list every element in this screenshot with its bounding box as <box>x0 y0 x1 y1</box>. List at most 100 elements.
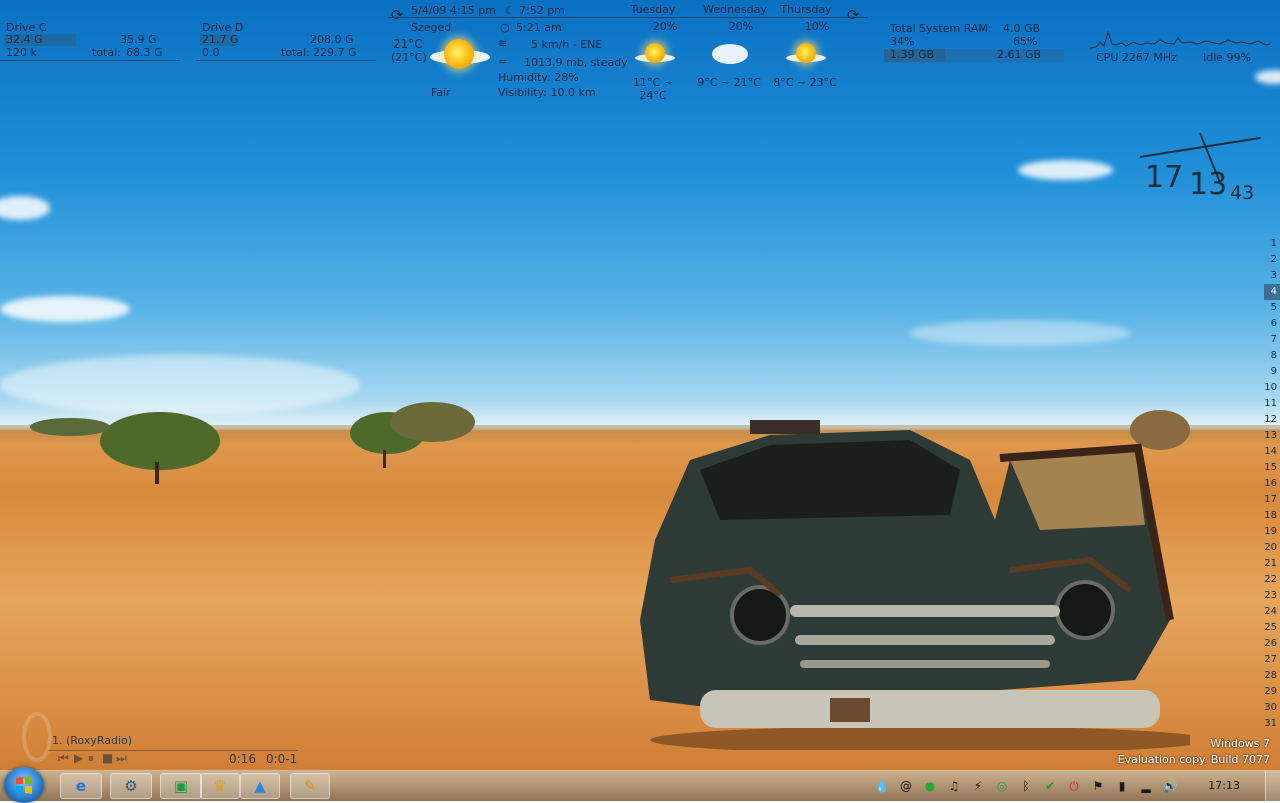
forecast-range-2: 9°C ~ 21°C <box>697 76 761 89</box>
ram-free: 2.61 GB <box>997 48 1042 61</box>
usb-icon[interactable]: ⚡ <box>970 778 986 794</box>
day-number: 30 <box>1264 702 1277 713</box>
weather-datetime: 5/4/09 4:15 pm <box>411 4 496 17</box>
ram-free-pct: 65% <box>1013 35 1038 48</box>
cpu-idle: Idle 99% <box>1203 51 1251 64</box>
drive-d-io: 0.0 <box>202 46 220 59</box>
taskbar-clock[interactable]: 17:13 <box>1208 779 1240 792</box>
drive-c-total-label: total: <box>92 46 121 59</box>
tree-trunk <box>155 462 159 484</box>
day-number: 21 <box>1264 558 1277 569</box>
taskbar-crown-app-button[interactable]: ♛ <box>200 773 240 799</box>
desktop-wallpaper: Drive C 32.4 G 35.9 G 120 k total: 68.3 … <box>0 0 1280 770</box>
weather-wind: 5 km/h - ENE <box>531 38 603 51</box>
cloud-decor <box>910 320 1130 346</box>
music-icon[interactable]: ♫ <box>946 778 962 794</box>
refresh-left-icon[interactable]: ⟳ <box>391 8 404 23</box>
network-icon[interactable]: ▂ <box>1138 778 1154 794</box>
taskbar-internet-explorer-button[interactable]: e <box>60 773 102 799</box>
ram-total: 4.0 GB <box>1003 22 1041 35</box>
player-play-icon[interactable]: ▶ <box>74 752 83 765</box>
forecast-day-2: Wednesday <box>703 3 767 16</box>
forecast-range-1: 11°C ~ 24°C <box>633 76 673 102</box>
cloud-decor <box>1255 70 1280 84</box>
day-number: 17 <box>1264 494 1277 505</box>
day-number: 13 <box>1264 430 1277 441</box>
day-number: 23 <box>1264 590 1277 601</box>
cloud-decor <box>1018 160 1113 180</box>
evaluation-watermark: Windows 7 Evaluation copy. Build 7077 <box>1118 736 1270 768</box>
moon-icon: ☾ <box>505 4 515 17</box>
day-number: 29 <box>1264 686 1277 697</box>
taskbar-notes-app-button[interactable]: ✎ <box>290 773 330 799</box>
ram-used: 1.39 GB <box>890 48 935 61</box>
cpu-graph <box>1090 30 1270 49</box>
weather-feels: (21°C) <box>391 51 427 64</box>
taskbar-image-app-button[interactable]: ▲ <box>240 773 280 799</box>
day-number: 26 <box>1264 638 1277 649</box>
day-number: 10 <box>1264 382 1277 393</box>
pressure-icon: ≈ <box>498 55 508 68</box>
player-pause-icon[interactable]: ⏸ <box>88 752 94 765</box>
volume-icon[interactable]: 🔊 <box>1162 778 1178 794</box>
weather-visibility: Visibility: 10.0 km <box>498 86 596 99</box>
day-number: 19 <box>1264 526 1277 537</box>
start-button[interactable] <box>4 767 44 803</box>
weather-humidity: Humidity: 28% <box>498 71 579 84</box>
weather-pressure: 1013.9 mb, steady <box>524 56 628 69</box>
picture-icon: ▲ <box>254 777 266 795</box>
drive-c-io: 120 k <box>6 46 37 59</box>
taskbar: e ⚙ ▣ ♛ ▲ ✎ 💧 @ ● ♫ ⚡ ◎ ᛒ ✔ ⏻ ⚑ ▮ ▂ 🔊 17:13 <box>0 767 1280 803</box>
drive-d-total-label: total: <box>281 46 310 59</box>
player-prev-icon[interactable]: ⏮ <box>58 752 69 765</box>
ball-icon[interactable]: ● <box>922 778 938 794</box>
forecast-2-cloud-icon <box>712 44 748 64</box>
clock-seconds: 43 <box>1230 182 1255 204</box>
ie-icon: e <box>75 777 87 795</box>
player-track: 1. (RoxyRadio) <box>52 734 133 747</box>
weather-temp: 21°C <box>393 37 423 51</box>
day-number: 20 <box>1264 542 1277 553</box>
tree-decor <box>390 402 475 442</box>
player-ring-decor <box>22 712 52 762</box>
weather-sunrise: 5:21 am <box>516 21 562 34</box>
drop-icon[interactable]: 💧 <box>874 778 890 794</box>
cpu-frequency: CPU 2267 MHz <box>1096 51 1177 64</box>
taskbar-green-app-button[interactable]: ▣ <box>160 773 202 799</box>
power-icon[interactable]: ⏻ <box>1066 778 1082 794</box>
at-sign-icon[interactable]: @ <box>898 778 914 794</box>
cloud-decor <box>0 296 130 322</box>
day-number: 5 <box>1270 302 1277 313</box>
day-number: 7 <box>1270 334 1277 345</box>
drive-c-total: 68.3 G <box>126 46 163 59</box>
tree-trunk <box>383 450 386 468</box>
player-seek-bar[interactable] <box>48 750 298 751</box>
forecast-chance-3: 10% <box>804 20 830 33</box>
forecast-3-sun-icon <box>796 43 816 63</box>
day-number: 8 <box>1270 350 1277 361</box>
wind-icon: ≋ <box>498 37 508 50</box>
refresh-right-icon[interactable]: ⟳ <box>847 8 860 23</box>
day-number: 18 <box>1264 510 1277 521</box>
forecast-1-sun-icon <box>645 43 665 63</box>
ram-used-pct: 34% <box>890 35 915 48</box>
player-next-icon[interactable]: ⏭ <box>116 752 127 765</box>
weather-condition: Fair <box>431 86 451 99</box>
show-desktop-button[interactable] <box>1265 771 1280 801</box>
day-number: 16 <box>1264 478 1277 489</box>
taskbar-settings-app-button[interactable]: ⚙ <box>110 773 152 799</box>
chat-icon[interactable]: ◎ <box>994 778 1010 794</box>
player-time: 0:16 <box>229 752 256 766</box>
day-of-month-list: 1 2 3 4 5 6 7 8 9 10 11 12 13 14 15 16 17 18 19 20 21 22 23 24 2… <box>1264 236 1280 732</box>
bluetooth-icon[interactable]: ᛒ <box>1018 778 1034 794</box>
drive-d-free: 208.0 G <box>310 33 354 46</box>
battery-icon[interactable]: ▮ <box>1114 778 1130 794</box>
flag-icon[interactable]: ⚑ <box>1090 778 1106 794</box>
day-number: 27 <box>1264 654 1277 665</box>
forecast-chance-2: 20% <box>728 20 754 33</box>
shield-icon[interactable]: ✔ <box>1042 778 1058 794</box>
day-number: 14 <box>1264 446 1277 457</box>
player-stop-icon[interactable]: ■ <box>102 752 113 765</box>
day-number: 12 <box>1264 414 1277 425</box>
windows-logo-icon <box>16 776 32 794</box>
